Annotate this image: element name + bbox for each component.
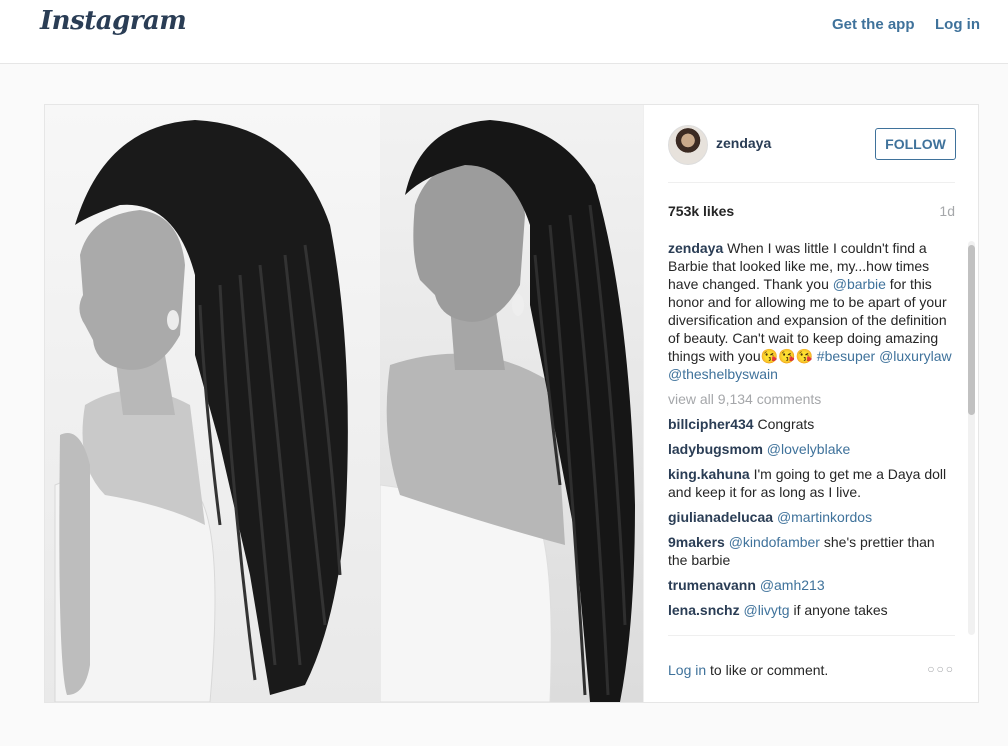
comment-mention[interactable]: @livytg — [743, 602, 789, 618]
comment-text: Congrats — [757, 416, 815, 432]
get-the-app-link[interactable]: Get the app — [832, 16, 915, 33]
mention-theshelbyswain[interactable]: @theshelbyswain — [668, 366, 778, 382]
comment-mention[interactable]: @lovelyblake — [767, 441, 850, 457]
comments-list[interactable]: zendaya When I was little I couldn't fin… — [668, 239, 955, 635]
post-footer: Log in to like or comment. ○○○ — [668, 635, 955, 702]
comment-username[interactable]: lena.snchz — [668, 602, 740, 618]
hashtag-besuper[interactable]: #besuper — [817, 348, 875, 364]
comment-username[interactable]: billcipher434 — [668, 416, 754, 432]
scrollbar-thumb[interactable] — [968, 245, 975, 415]
post-card: zendaya FOLLOW 753k likes 1d zendaya Whe… — [44, 104, 979, 703]
comments-scrollbar[interactable] — [968, 241, 975, 635]
mention-barbie[interactable]: @barbie — [833, 276, 886, 292]
post-photo[interactable] — [45, 105, 643, 702]
caption: zendaya When I was little I couldn't fin… — [668, 239, 955, 383]
person-illustration — [379, 120, 635, 702]
post-time[interactable]: 1d — [939, 203, 955, 219]
comment-mention[interactable]: @martinkordos — [777, 509, 872, 525]
mention-luxurylaw[interactable]: @luxurylaw — [879, 348, 952, 364]
comment-text: if anyone takes — [793, 602, 888, 618]
login-prompt: Log in to like or comment. — [668, 662, 828, 678]
comment-username[interactable]: trumenavann — [668, 577, 756, 593]
photo-person-panel — [379, 105, 643, 702]
instagram-logo[interactable]: Instagram — [40, 6, 187, 36]
likes-count[interactable]: 753k likes — [668, 203, 734, 219]
comment-username[interactable]: ladybugsmom — [668, 441, 763, 457]
comment-item: king.kahuna I'm going to get me a Daya d… — [668, 465, 955, 501]
likes-row: 753k likes 1d — [668, 201, 955, 221]
comment-item: billcipher434 Congrats — [668, 415, 955, 433]
footer-login-link[interactable]: Log in — [668, 662, 706, 678]
comment-username[interactable]: giulianadelucaa — [668, 509, 773, 525]
comment-item: ladybugsmom @lovelyblake — [668, 440, 955, 458]
photo-doll-panel — [45, 105, 380, 702]
comment-item: giulianadelucaa @martinkordos — [668, 508, 955, 526]
top-navigation-bar: Instagram Get the app Log in — [0, 0, 1008, 64]
comment-mention[interactable]: @amh213 — [760, 577, 825, 593]
doll-illustration — [54, 120, 348, 702]
post-header: zendaya FOLLOW — [668, 105, 956, 183]
follow-button[interactable]: FOLLOW — [875, 128, 956, 160]
login-prompt-text: to like or comment. — [706, 662, 829, 678]
more-options-icon[interactable]: ○○○ — [927, 662, 955, 676]
login-link[interactable]: Log in — [935, 16, 980, 33]
author-username[interactable]: zendaya — [716, 135, 771, 151]
comment-username[interactable]: king.kahuna — [668, 466, 750, 482]
post-sidebar: zendaya FOLLOW 753k likes 1d zendaya Whe… — [643, 105, 978, 702]
comment-item: 9makers @kindofamber she's prettier than… — [668, 533, 955, 569]
author-avatar[interactable] — [668, 125, 708, 165]
view-all-comments-link[interactable]: view all 9,134 comments — [668, 390, 955, 408]
comment-item: lena.snchz @livytg if anyone takes — [668, 601, 955, 619]
caption-emojis: 😘😘😘 — [760, 348, 813, 364]
comment-item: trumenavann @amh213 — [668, 576, 955, 594]
comment-mention[interactable]: @kindofamber — [729, 534, 820, 550]
caption-username[interactable]: zendaya — [668, 240, 723, 256]
comment-username[interactable]: 9makers — [668, 534, 725, 550]
